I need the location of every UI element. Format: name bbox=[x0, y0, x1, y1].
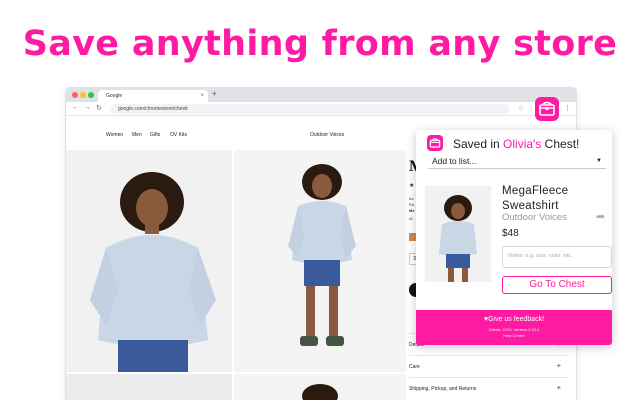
desc-line-1: Av bbox=[409, 196, 414, 201]
notes-input[interactable]: Notes: e.g. size, color, etc. bbox=[502, 246, 612, 268]
rating-star-icon: ★ bbox=[409, 183, 415, 189]
accordion-care[interactable]: Care + bbox=[409, 355, 569, 377]
accordion-shipping[interactable]: Shipping, Pickup, and Returns + bbox=[409, 377, 569, 399]
share-icon[interactable]: ➦ bbox=[596, 210, 605, 223]
tab-close-icon[interactable]: × bbox=[200, 90, 204, 102]
desc-line-2: Ro bbox=[409, 202, 415, 207]
tab-google[interactable]: Google × bbox=[98, 90, 208, 102]
chest-logo-icon bbox=[429, 138, 441, 148]
desc-line-4: Al bbox=[409, 216, 413, 221]
product-photo-front[interactable] bbox=[66, 150, 232, 372]
saved-prefix: Saved in bbox=[453, 137, 504, 151]
nav-link-women[interactable]: Women bbox=[106, 132, 123, 138]
chest-logo bbox=[427, 135, 443, 151]
model-partial-illustration bbox=[302, 384, 338, 400]
url-input[interactable]: google.com/chromestore/chestr bbox=[110, 104, 510, 114]
popup-footer: ♥Give us feedback! Chestr, 2020, Version… bbox=[416, 310, 612, 345]
product-photo-full[interactable] bbox=[234, 150, 406, 372]
saved-message: Saved in Olivia's Chest! bbox=[453, 137, 579, 151]
product-price: $48 bbox=[502, 228, 519, 239]
accordion-label: Care bbox=[409, 364, 420, 370]
bookmark-star-icon[interactable]: ☆ bbox=[518, 104, 524, 112]
close-window-dot[interactable] bbox=[72, 92, 78, 98]
product-title: MegaFleece Sweatshirt bbox=[502, 185, 569, 212]
add-to-list-dropdown[interactable]: Add to list... ▼ bbox=[428, 156, 606, 169]
saved-item-card: MegaFleece Sweatshirt Outdoor Voices ➦ $… bbox=[422, 184, 612, 294]
minimize-window-dot[interactable] bbox=[80, 92, 86, 98]
chest-extension-icon[interactable] bbox=[535, 97, 559, 121]
popup-header: Saved in Olivia's Chest! bbox=[416, 130, 612, 156]
back-icon[interactable]: ← bbox=[72, 104, 79, 111]
product-photo-3[interactable] bbox=[66, 374, 232, 400]
reload-icon[interactable]: ↻ bbox=[96, 104, 102, 112]
chest-icon bbox=[539, 101, 555, 116]
thumbnail-illustration bbox=[439, 195, 477, 282]
address-bar-row: ← → ↻ google.com/chromestore/chestr ☆ ⋮ bbox=[66, 102, 576, 116]
model-full-illustration bbox=[288, 164, 356, 346]
model-front-illustration bbox=[90, 172, 216, 372]
nav-link-ov-kits[interactable]: OV Kits bbox=[170, 132, 187, 138]
store-logo[interactable]: Outdoor Voices bbox=[310, 132, 344, 138]
store-name: Outdoor Voices bbox=[502, 212, 567, 223]
nav-link-men[interactable]: Men bbox=[132, 132, 142, 138]
headline: Save anything from any store bbox=[22, 24, 618, 64]
dropdown-value: Add to list... bbox=[432, 156, 477, 166]
plus-icon: + bbox=[556, 363, 561, 370]
go-to-chest-button[interactable]: Go To Chest bbox=[502, 276, 612, 294]
chevron-down-icon: ▼ bbox=[596, 158, 602, 164]
tab-title: Google bbox=[106, 93, 123, 99]
forward-icon[interactable]: → bbox=[84, 104, 91, 111]
product-thumbnail bbox=[425, 186, 491, 282]
tab-bar: Google × + bbox=[66, 88, 576, 102]
feedback-link[interactable]: ♥Give us feedback! bbox=[416, 316, 612, 323]
new-tab-button[interactable]: + bbox=[212, 89, 217, 98]
browser-menu-icon[interactable]: ⋮ bbox=[564, 104, 571, 112]
plus-icon: + bbox=[556, 385, 561, 392]
version-text: Chestr, 2020, Version 3.10.4 bbox=[488, 327, 540, 332]
desc-line-3: Me bbox=[409, 208, 415, 213]
saved-suffix: Chest! bbox=[541, 137, 580, 151]
product-photo-4[interactable] bbox=[234, 374, 406, 400]
promo-screenshot: Save anything from any store Google × + … bbox=[0, 0, 640, 400]
maximize-window-dot[interactable] bbox=[88, 92, 94, 98]
chest-popup: Saved in Olivia's Chest! Add to list... … bbox=[416, 130, 612, 345]
chest-owner-name: Olivia's bbox=[503, 137, 542, 151]
nav-link-gifts[interactable]: Gifts bbox=[150, 132, 160, 138]
accordion-label: Shipping, Pickup, and Returns bbox=[409, 386, 477, 392]
help-center-link[interactable]: Help Center bbox=[416, 333, 612, 338]
